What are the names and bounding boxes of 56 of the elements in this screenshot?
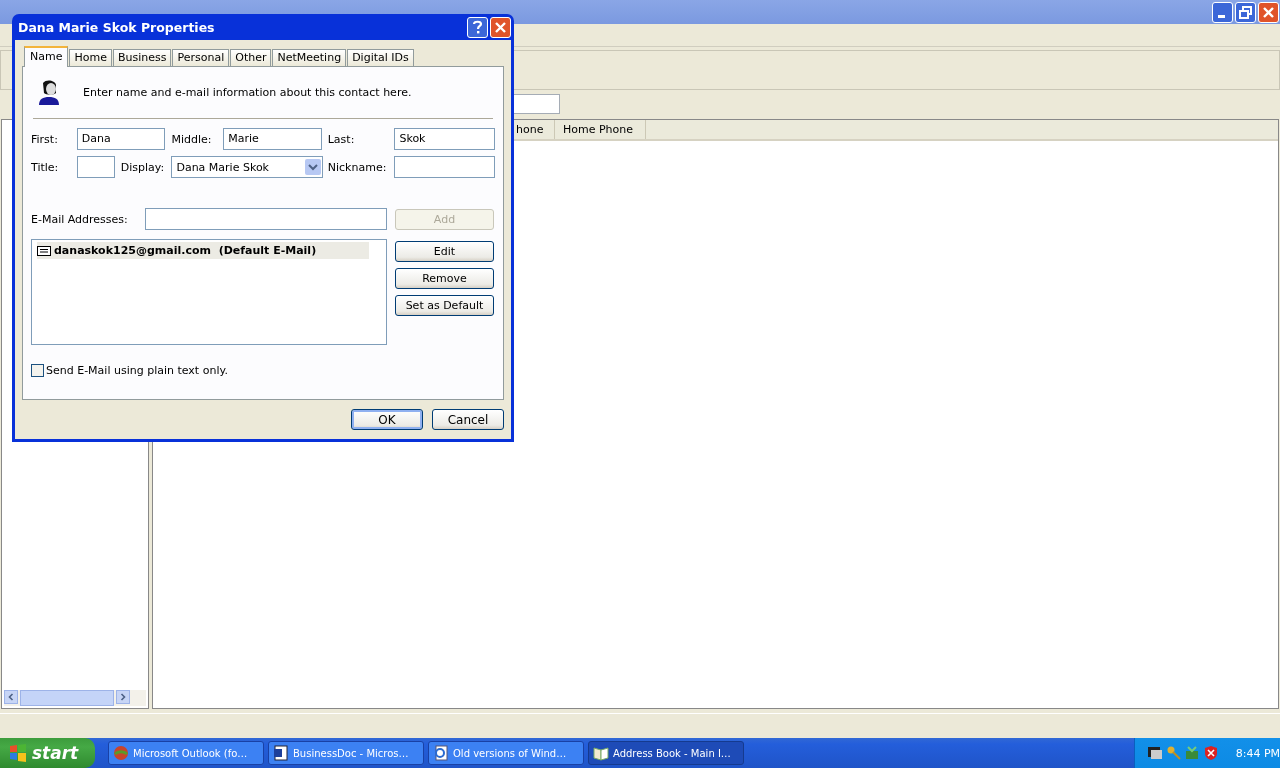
- checkbox-label: Send E-Mail using plain text only.: [46, 364, 228, 377]
- clock: 8:44 PM: [1235, 746, 1280, 760]
- field-label: First:: [31, 132, 59, 146]
- display-dropdown[interactable]: Dana Marie Skok: [171, 156, 323, 178]
- checkbox[interactable]: [31, 364, 44, 377]
- email-input-field[interactable]: [145, 208, 387, 230]
- tab[interactable]: Name: [24, 46, 69, 67]
- globe-icon: [113, 745, 129, 761]
- restore-button[interactable]: [1235, 1, 1256, 23]
- dialog-button[interactable]: OK: [351, 409, 423, 430]
- taskbar-button[interactable]: Microsoft Outlook (fo…: [108, 741, 264, 765]
- taskbar-button[interactable]: Old versions of Wind…: [428, 741, 584, 765]
- close-button[interactable]: [490, 16, 511, 38]
- field-label: E-Mail Addresses:: [31, 212, 129, 226]
- minimize-icon: [1218, 14, 1225, 18]
- dialog-button[interactable]: Remove: [395, 268, 494, 289]
- page-icon: [433, 745, 449, 761]
- scroll-left-icon[interactable]: [4, 690, 18, 704]
- dialog-title: Dana Marie Skok Properties: [18, 19, 216, 35]
- field-label: Nickname:: [327, 160, 388, 174]
- scroll-right-icon[interactable]: [116, 690, 130, 704]
- monitor-icon[interactable]: [1147, 745, 1163, 761]
- email-list[interactable]: danaskok125@gmail.com (Default E-Mail): [31, 239, 387, 345]
- tab[interactable]: Other: [230, 49, 272, 66]
- tab[interactable]: Business: [112, 49, 172, 66]
- dialog-button[interactable]: Edit: [395, 241, 494, 262]
- field-label: Title:: [31, 160, 60, 174]
- field-label: Middle:: [171, 132, 213, 146]
- close-button[interactable]: [1258, 1, 1279, 23]
- tab[interactable]: Home: [69, 49, 112, 66]
- text-field[interactable]: Skok: [394, 128, 495, 150]
- text-field[interactable]: [76, 156, 115, 178]
- text-field[interactable]: Dana: [76, 128, 166, 150]
- field-label: Last:: [327, 132, 356, 146]
- horizontal-scrollbar[interactable]: [4, 690, 146, 706]
- taskbar-button[interactable]: BusinessDoc - Micros…: [268, 741, 424, 765]
- tab[interactable]: Personal: [172, 49, 230, 66]
- person-icon: [37, 79, 61, 105]
- shield-icon[interactable]: [1203, 745, 1219, 761]
- taskbar-button[interactable]: Address Book - Main I…: [588, 741, 744, 765]
- envelope-icon: [37, 245, 51, 256]
- tab[interactable]: NetMeeting: [272, 49, 347, 66]
- field-label: Display:: [120, 160, 166, 174]
- minimize-button[interactable]: [1212, 1, 1233, 23]
- intro-text: Enter name and e-mail information about this contact here.: [83, 85, 412, 99]
- dialog-button[interactable]: Cancel: [432, 409, 504, 430]
- document-icon: [273, 745, 289, 761]
- email-item[interactable]: danaskok125@gmail.com (Default E-Mail): [37, 242, 369, 259]
- text-field[interactable]: Marie: [223, 128, 322, 150]
- tab[interactable]: Digital IDs: [347, 49, 414, 66]
- column-header[interactable]: Home Phone: [555, 120, 646, 139]
- book-icon: [593, 745, 609, 761]
- windows-flag-icon: [9, 744, 27, 762]
- dialog-button[interactable]: Set as Default: [395, 295, 494, 316]
- text-field[interactable]: [394, 156, 495, 178]
- help-button[interactable]: [467, 16, 488, 38]
